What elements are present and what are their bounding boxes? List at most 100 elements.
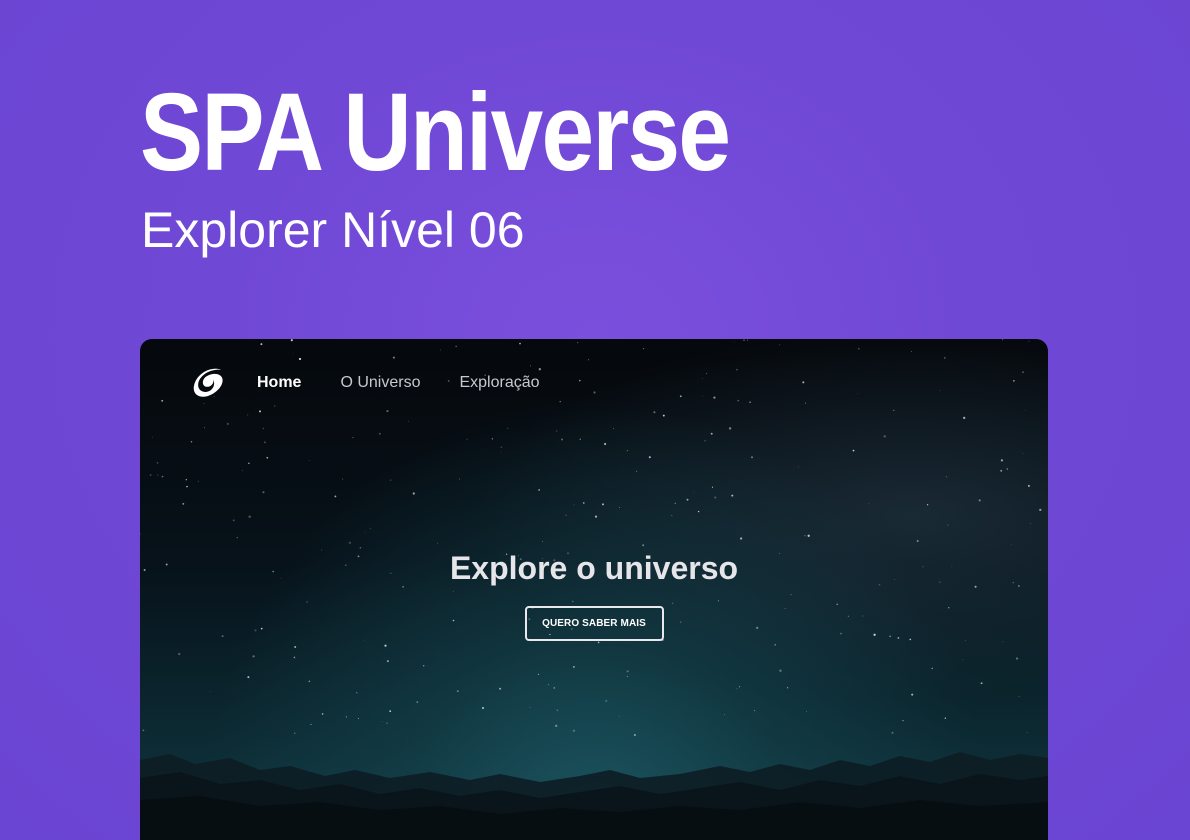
star (653, 411, 656, 414)
star (197, 480, 199, 482)
star (774, 644, 776, 646)
star (422, 665, 425, 667)
star (321, 713, 324, 715)
star (963, 416, 966, 420)
star (858, 348, 860, 350)
star (736, 368, 738, 371)
star (636, 470, 638, 472)
star (731, 494, 734, 497)
star (290, 339, 293, 342)
star (749, 401, 751, 403)
hero-title: Explore o universo (449, 550, 739, 586)
star (786, 687, 789, 689)
star (583, 502, 585, 504)
star (392, 356, 395, 359)
star (156, 462, 159, 464)
star (412, 492, 415, 495)
star (386, 410, 389, 413)
star (573, 666, 575, 668)
star (779, 669, 782, 672)
star (648, 456, 651, 459)
star (260, 343, 263, 346)
star (352, 436, 354, 439)
star (556, 709, 559, 712)
cover-subtitle: Explorer Nível 06 (141, 202, 525, 258)
galaxy-swirl-icon[interactable] (190, 364, 228, 402)
star (140, 533, 141, 535)
star (804, 535, 806, 537)
star (500, 452, 502, 453)
star (723, 714, 725, 716)
star (458, 478, 460, 480)
star (1013, 380, 1015, 382)
star (662, 414, 665, 417)
star (1010, 544, 1012, 546)
star (241, 469, 243, 471)
star (553, 687, 556, 689)
star (573, 504, 575, 506)
star (626, 670, 629, 673)
star (252, 655, 255, 658)
star (626, 449, 629, 452)
nav-item-exploracao[interactable]: Exploração (459, 374, 539, 392)
star (1018, 695, 1020, 697)
star (642, 544, 645, 547)
star (455, 345, 457, 347)
star (577, 342, 579, 344)
star (547, 683, 550, 686)
star (597, 641, 600, 644)
star (714, 496, 717, 499)
star (204, 427, 206, 429)
mountain-silhouette (140, 752, 1048, 840)
star (743, 339, 745, 341)
star (499, 687, 502, 690)
app-screenshot-window: Home O Universo Exploração Explore o uni… (140, 339, 1048, 840)
star (262, 427, 265, 430)
star (754, 710, 756, 712)
star (345, 716, 348, 718)
star (750, 456, 754, 459)
star (944, 717, 946, 719)
star (1030, 523, 1032, 525)
star (178, 652, 181, 656)
star (555, 724, 558, 727)
star (437, 542, 439, 544)
star (916, 539, 919, 543)
star (308, 680, 311, 683)
star (702, 378, 703, 380)
star (294, 646, 297, 648)
star (613, 428, 614, 429)
learn-more-button[interactable]: QUERO SABER MAIS (524, 606, 664, 641)
star (593, 391, 596, 394)
star (157, 474, 159, 476)
star (236, 536, 238, 539)
star (1000, 459, 1003, 462)
star (258, 410, 262, 413)
star (947, 524, 949, 526)
star (733, 341, 735, 343)
star (978, 499, 981, 502)
star (342, 478, 344, 480)
star (247, 414, 249, 416)
star (355, 691, 358, 694)
star (507, 427, 509, 429)
star (565, 514, 567, 516)
star (713, 396, 716, 399)
star (911, 351, 912, 352)
star (962, 658, 964, 660)
star (579, 438, 581, 440)
star (384, 644, 387, 647)
star (804, 402, 806, 404)
star (697, 510, 700, 513)
star (466, 438, 468, 440)
star (248, 515, 251, 518)
nav-item-home[interactable]: Home (257, 374, 301, 392)
star (674, 502, 676, 504)
star (456, 690, 459, 693)
star (902, 719, 904, 722)
star (561, 438, 564, 441)
nav-item-o-universo[interactable]: O Universo (340, 374, 420, 392)
star (626, 675, 628, 678)
star (248, 462, 250, 464)
star (185, 479, 187, 481)
